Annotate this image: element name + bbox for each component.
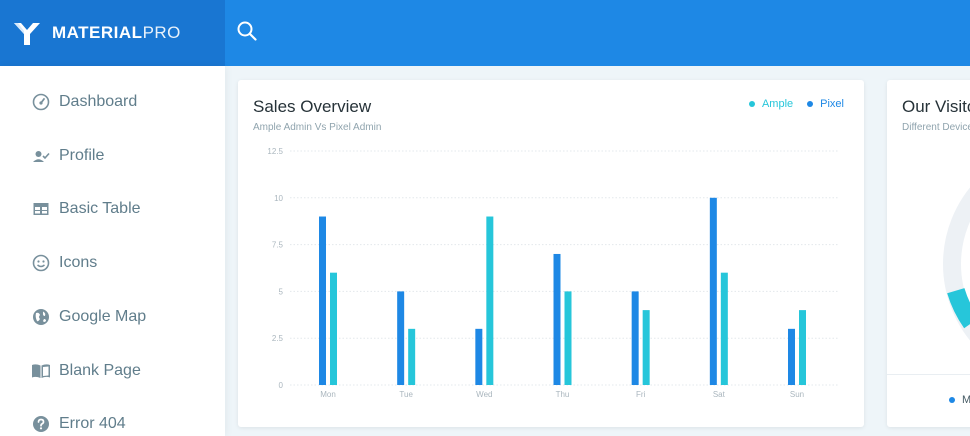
brand-name-bold: MATERIAL: [52, 23, 143, 42]
donut-segment: [947, 287, 970, 329]
user-check-icon: [31, 146, 51, 166]
x-tick-label: Fri: [636, 390, 646, 399]
y-tick-label: 12.5: [267, 147, 283, 156]
x-tick-label: Sun: [790, 390, 804, 399]
y-tick-label: 7.5: [272, 241, 284, 250]
divider: [887, 374, 970, 375]
gauge-icon: [31, 92, 51, 112]
bar-pixel: [397, 291, 405, 385]
bar-pixel: [788, 328, 795, 385]
bar-ample: [486, 216, 494, 385]
sidebar-item-blank-page[interactable]: Blank Page: [0, 349, 225, 393]
bar-ample: [564, 291, 572, 385]
donut-track: [943, 187, 970, 341]
sidebar-item-label: Blank Page: [59, 362, 141, 379]
sidebar-item-icons[interactable]: Icons: [0, 241, 225, 285]
sidebar-item-label: Icons: [59, 254, 98, 271]
sidebar-item-dashboard[interactable]: Dashboard: [0, 80, 225, 124]
visitor-legend-item[interactable]: Mobile: [949, 394, 970, 406]
y-tick-label: 5: [279, 287, 284, 296]
x-tick-label: Thu: [556, 390, 570, 399]
book-open-icon: [31, 361, 51, 381]
sidebar-item-google-map[interactable]: Google Map: [0, 295, 225, 339]
x-tick-label: Tue: [399, 390, 413, 399]
legend-label: Mobile: [962, 394, 970, 406]
brand[interactable]: MATERIALPRO: [0, 0, 225, 66]
sidebar-item-label: Dashboard: [59, 93, 138, 110]
bar-ample: [330, 272, 337, 385]
sidebar: Dashboard Profile Basic Table Icons Goog…: [0, 66, 225, 436]
sidebar-item-label: Profile: [59, 147, 105, 164]
sidebar-item-profile[interactable]: Profile: [0, 134, 225, 178]
legend-dot-icon: [949, 397, 955, 403]
bar-pixel: [319, 216, 326, 385]
sidebar-item-label: Error 404: [59, 415, 126, 432]
y-tick-label: 2.5: [272, 334, 284, 343]
x-tick-label: Sat: [713, 390, 726, 399]
materialpro-logo-icon: [14, 23, 40, 45]
bar-ample: [408, 328, 416, 385]
x-tick-label: Mon: [320, 390, 336, 399]
brand-name-light: PRO: [142, 23, 181, 42]
sidebar-item-basic-table[interactable]: Basic Table: [0, 187, 225, 231]
search-icon[interactable]: [236, 20, 258, 42]
table-icon: [31, 199, 51, 219]
bar-ample: [720, 272, 728, 385]
globe-icon: [31, 307, 51, 327]
brand-name: MATERIALPRO: [52, 23, 181, 43]
bar-pixel: [709, 197, 717, 385]
smile-icon: [31, 253, 51, 273]
bar-pixel: [553, 253, 561, 385]
x-tick-label: Wed: [476, 390, 492, 399]
sales-overview-card: Sales Overview Ample Admin Vs Pixel Admi…: [238, 80, 864, 427]
bar-pixel: [631, 291, 639, 385]
visitor-card: Our Visitor Different Devices Used Mobil…: [887, 80, 970, 427]
topbar: MATERIALPRO: [0, 0, 970, 66]
bar-pixel: [475, 328, 483, 385]
sidebar-item-label: Basic Table: [59, 200, 141, 217]
sidebar-item-error-404[interactable]: Error 404: [0, 402, 225, 436]
help-circle-icon: [31, 414, 51, 434]
bar-ample: [642, 310, 650, 385]
y-tick-label: 10: [274, 194, 283, 203]
y-tick-label: 0: [279, 381, 284, 390]
sales-bar-chart: 0 2.5 5 7.5 10 12.5 Mon Tue Wed Thu Fri Sat Sun: [267, 147, 838, 399]
bar-ample: [799, 310, 806, 385]
sidebar-item-label: Google Map: [59, 308, 147, 325]
